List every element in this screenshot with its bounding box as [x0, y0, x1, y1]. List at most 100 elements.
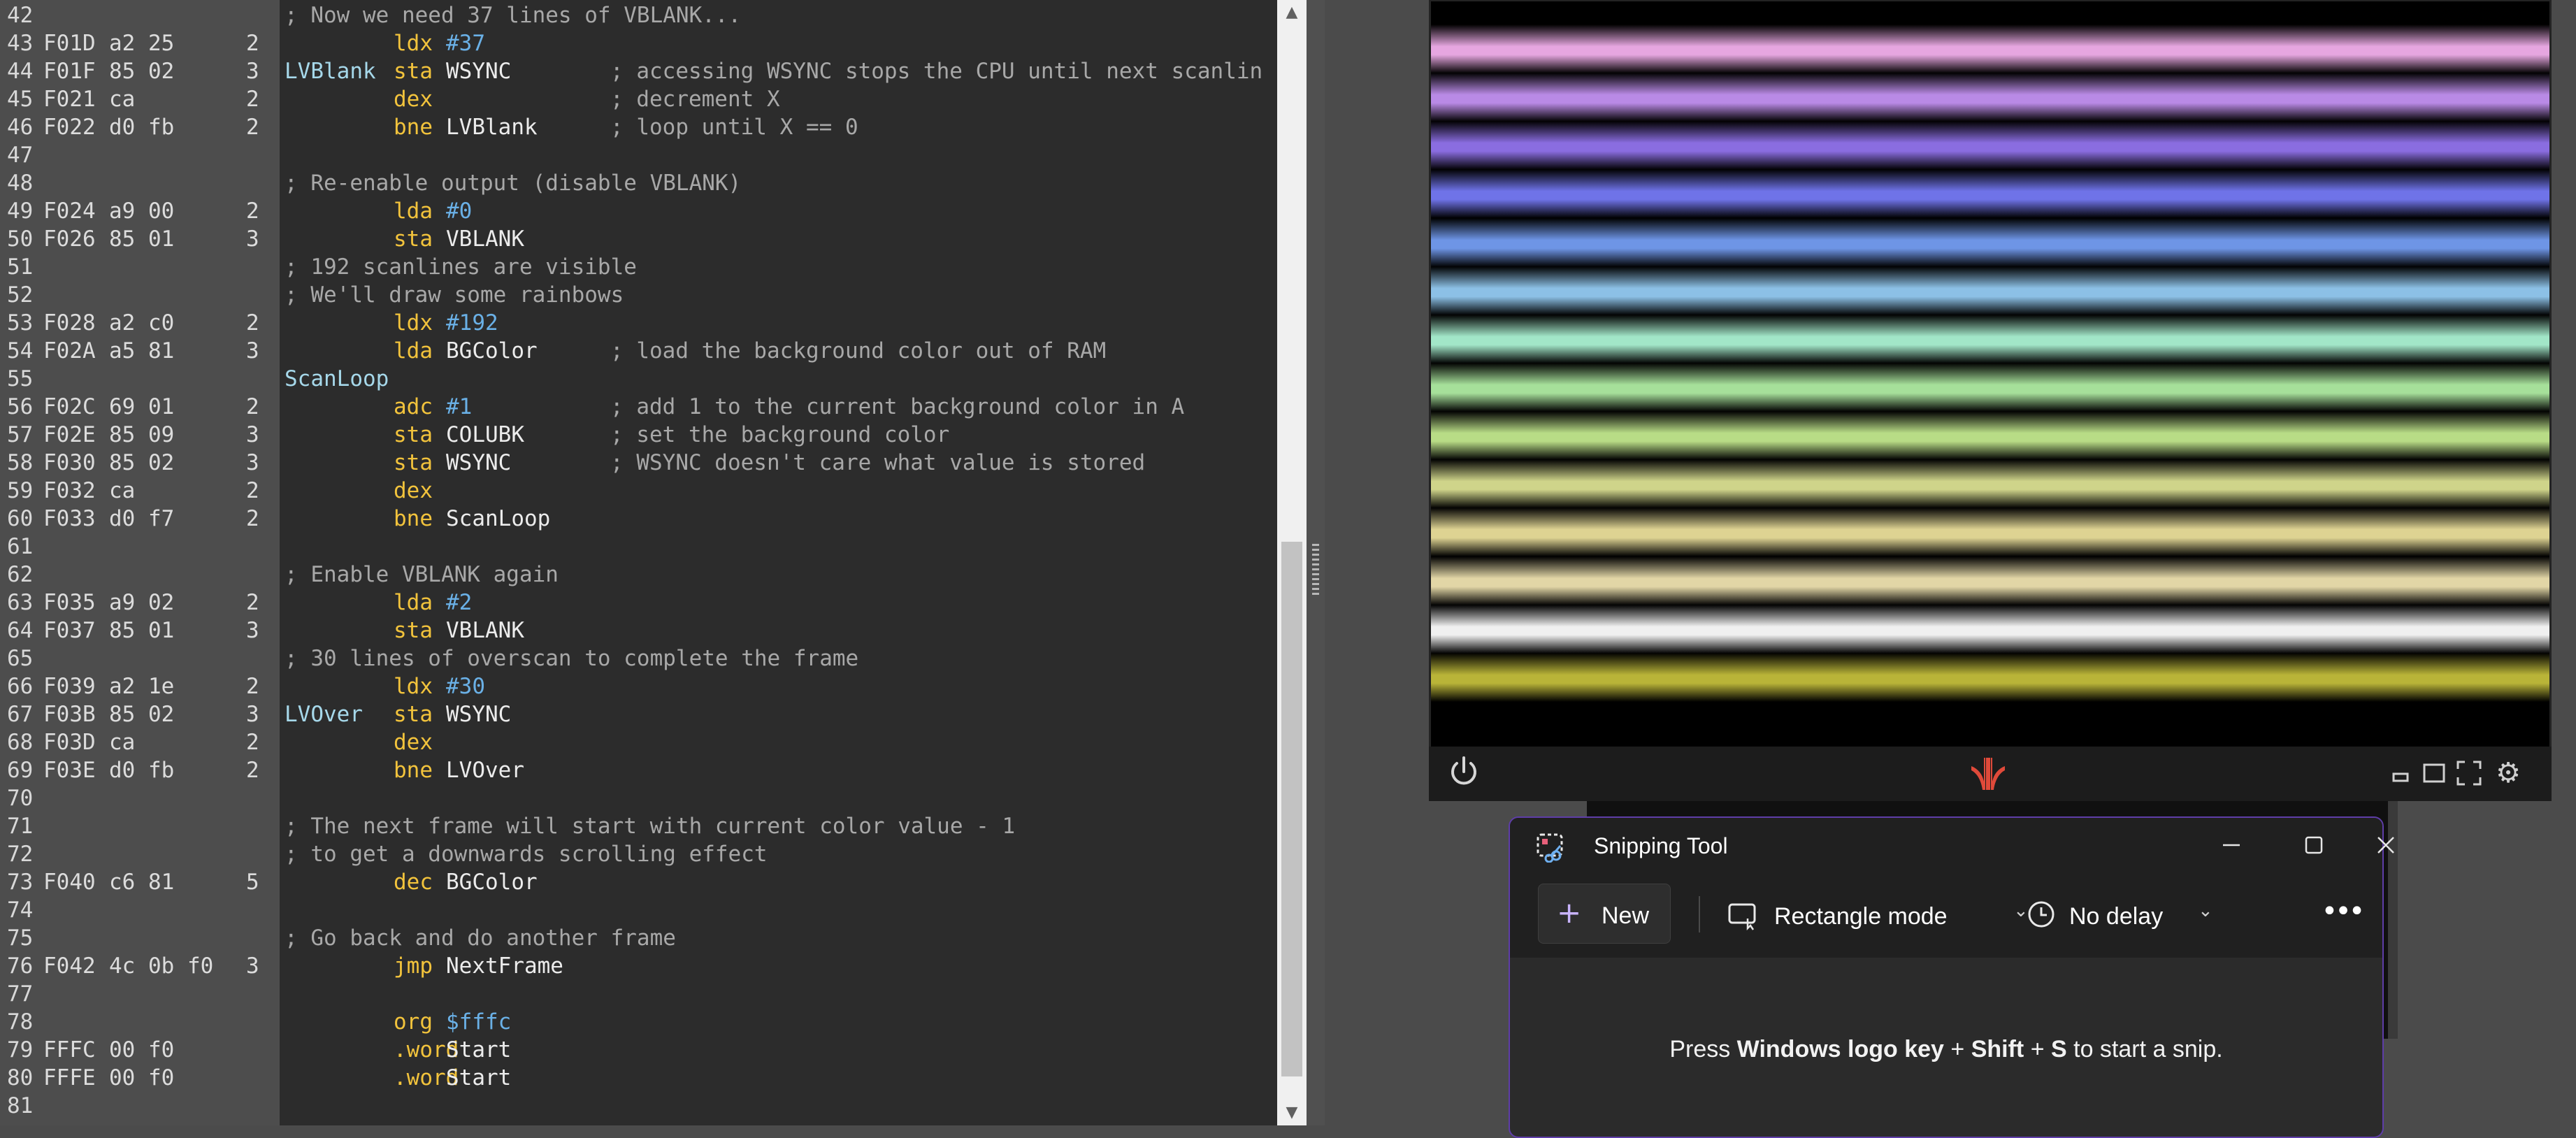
color-stripe [1431, 604, 2549, 654]
line-number: 70 [7, 786, 34, 811]
line-number: 68 [7, 730, 34, 755]
code-comment: ; set the background color [610, 422, 950, 447]
address: F02C [43, 394, 96, 419]
cycle-count: 2 [246, 115, 259, 140]
code-line: 44 F01F 85 02 3 LVBlank sta WSYNC ; accessing W… [0, 57, 1277, 85]
machine-bytes: 85 02 [109, 450, 175, 475]
delay-dropdown[interactable]: No delay ⌄ [2026, 896, 2222, 935]
operand: #30 [446, 674, 485, 699]
code-comment: ; loop until X == 0 [610, 115, 858, 140]
hint-key-shift: Shift [1971, 1036, 2024, 1063]
more-options-icon[interactable]: ••• [2321, 891, 2366, 932]
code-comment: ; accessing WSYNC stops the CPU until ne… [610, 59, 1263, 84]
color-stripe [1431, 314, 2549, 363]
machine-bytes: a2 1e [109, 674, 175, 699]
code-line: 67 F03B 85 02 3 LVOver sta WSYNC [0, 700, 1277, 728]
opcode: sta [394, 702, 433, 727]
color-stripe [1431, 73, 2549, 122]
fullscreen-icon[interactable] [2455, 759, 2483, 787]
address: F03D [43, 730, 96, 755]
cycle-count: 2 [246, 506, 259, 531]
vertical-scrollbar[interactable]: ▲ ▼ [1277, 0, 1307, 1125]
cycle-count: 2 [246, 199, 259, 224]
machine-bytes: 4c 0b f0 [109, 953, 214, 979]
line-number: 72 [7, 842, 34, 867]
opcode: sta [394, 618, 433, 643]
code-label: LVOver [285, 702, 363, 727]
color-stripe [1431, 459, 2549, 509]
code-line: 58 F030 85 02 3 sta WSYNC ; WSYNC doesn't care… [0, 449, 1277, 477]
opcode: dex [394, 730, 433, 755]
toolbar-divider [1699, 896, 1700, 932]
machine-bytes: 85 09 [109, 422, 175, 447]
line-number: 75 [7, 925, 34, 951]
power-icon[interactable] [1444, 752, 1483, 791]
address: F03E [43, 758, 96, 783]
gear-icon[interactable]: ⚙ [2493, 758, 2524, 788]
address: F02A [43, 338, 96, 363]
scroll-down-icon[interactable]: ▼ [1277, 1100, 1307, 1125]
machine-bytes: ca [109, 478, 136, 503]
snip-mode-dropdown[interactable]: Rectangle mode ⌄ [1727, 896, 2034, 935]
new-snip-button[interactable]: + New [1538, 884, 1671, 944]
opcode: ldx [394, 310, 433, 336]
code-label: LVBlank [285, 59, 376, 84]
code-line: 68 F03D ca 2 dex [0, 728, 1277, 756]
code-comment: ; Go back and do another frame [285, 925, 676, 951]
opcode: sta [394, 59, 433, 84]
color-stripe [1431, 652, 2549, 702]
snipping-tool-icon [1535, 832, 1566, 863]
line-number: 65 [7, 646, 34, 671]
machine-bytes: 00 f0 [109, 1065, 175, 1090]
code-line: 65 ; 30 lines of overscan to complete the… [0, 644, 1277, 672]
line-number: 55 [7, 366, 34, 391]
address: FFFE [43, 1065, 96, 1090]
code-line: 45 F021 ca 2 dex ; decrement X [0, 85, 1277, 113]
splitter-grip-icon[interactable] [1312, 544, 1319, 597]
minimize-screen-icon[interactable] [2391, 765, 2410, 783]
operand: WSYNC [446, 702, 512, 727]
cycle-count: 3 [246, 422, 259, 447]
opcode: dec [394, 870, 433, 895]
hint-suffix: to start a snip. [2066, 1036, 2223, 1063]
minimize-icon[interactable] [2210, 828, 2252, 863]
cycle-count: 2 [246, 394, 259, 419]
address: F030 [43, 450, 96, 475]
cycle-count: 2 [246, 758, 259, 783]
color-stripe [1431, 24, 2549, 73]
machine-bytes: a9 00 [109, 199, 175, 224]
cycle-count: 3 [246, 953, 259, 979]
operand: VBLANK [446, 226, 524, 252]
maximize-icon[interactable] [2293, 828, 2335, 863]
code-line: 47 [0, 141, 1277, 169]
operand: LVOver [446, 758, 524, 783]
line-number: 56 [7, 394, 34, 419]
scroll-up-icon[interactable]: ▲ [1277, 0, 1307, 25]
line-number: 52 [7, 282, 34, 308]
code-comment: ; Now we need 37 lines of VBLANK... [285, 3, 742, 28]
line-number: 74 [7, 898, 34, 923]
close-icon[interactable] [2367, 828, 2405, 863]
address: F024 [43, 199, 96, 224]
code-line: 64 F037 85 01 3 sta VBLANK [0, 617, 1277, 644]
line-number: 64 [7, 618, 34, 643]
color-stripe [1431, 556, 2549, 605]
pane-splitter[interactable] [1307, 0, 1325, 1125]
operand: VBLANK [446, 618, 524, 643]
code-line: 73 F040 c6 81 5 dec BGColor [0, 868, 1277, 896]
opcode: ldx [394, 674, 433, 699]
window-screen-icon[interactable] [2422, 761, 2447, 786]
clock-icon [2028, 901, 2055, 928]
line-number: 67 [7, 702, 34, 727]
hint-key-s: S [2051, 1036, 2067, 1063]
line-number: 50 [7, 226, 34, 252]
opcode: lda [394, 590, 433, 615]
cycle-count: 3 [246, 618, 259, 643]
operand: #2 [446, 590, 473, 615]
machine-bytes: ca [109, 730, 136, 755]
color-stripe [1431, 266, 2549, 315]
address: FFFC [43, 1037, 96, 1063]
scrollbar-thumb[interactable] [1281, 542, 1302, 1076]
machine-bytes: 85 02 [109, 702, 175, 727]
address: F022 [43, 115, 96, 140]
